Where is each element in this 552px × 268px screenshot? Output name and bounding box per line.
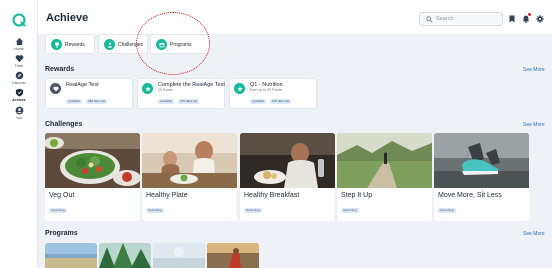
sidebar-item-label: Achieve (12, 98, 26, 102)
reward-subtitle: 25 Points (158, 88, 173, 92)
sidebar-item-label: Home (14, 47, 24, 51)
reward-card[interactable]: Q1 - Nutrition Earn up to 25 Points Avai… (229, 78, 317, 109)
challenge-card[interactable]: Move More, Sit Less Upcoming (434, 133, 529, 221)
star-icon (144, 85, 151, 91)
sidebar-item-achieve[interactable]: Achieve (0, 88, 38, 106)
shield-icon (15, 88, 23, 97)
status-badge: Upcoming (438, 208, 456, 213)
program-image (45, 243, 97, 268)
challenge-card[interactable]: Healthy Plate Upcoming (142, 133, 237, 221)
program-card[interactable] (45, 243, 97, 268)
star-icon-wrap (142, 83, 153, 94)
challenge-card[interactable]: Veg Out Upcoming (45, 133, 140, 221)
program-image (153, 243, 205, 268)
program-image (207, 243, 259, 268)
star-icon-wrap (234, 83, 245, 94)
status-badge: Upcoming (49, 208, 67, 213)
header: Achieve (38, 0, 552, 34)
heart-icon (15, 55, 23, 63)
days-left-badge: 379 days left (178, 99, 200, 104)
search-input[interactable] (436, 13, 500, 25)
section-title-programs: Programs (45, 230, 78, 237)
page-title: Achieve (46, 12, 89, 24)
status-badge: Available (250, 99, 267, 104)
programs-see-more-link[interactable]: See More (523, 231, 545, 237)
notification-badge (528, 13, 531, 16)
search-box[interactable] (419, 12, 503, 26)
highlight-annotation (136, 12, 210, 75)
days-left-badge: 105 days left (270, 99, 292, 104)
person-icon-wrap (104, 39, 115, 50)
program-card[interactable] (99, 243, 151, 268)
challenge-image (337, 133, 432, 188)
person-icon (107, 42, 112, 48)
trophy-icon-wrap (51, 39, 62, 50)
sidebar-item-track[interactable]: Track (0, 54, 38, 72)
reward-card[interactable]: RealAge Test Available 384 days left (45, 78, 133, 109)
challenge-title: Healthy Breakfast (244, 192, 300, 199)
sidebar-item-label: You (16, 116, 22, 120)
sidebar-item-you[interactable]: You (0, 106, 38, 124)
sidebar-item-label: Discover (12, 81, 26, 85)
tab-rewards[interactable]: Rewards (45, 34, 95, 54)
challenge-card[interactable]: Healthy Breakfast Upcoming (240, 133, 335, 221)
notification-icon[interactable] (522, 15, 530, 23)
status-badge: Available (66, 99, 83, 104)
challenge-image (142, 133, 237, 188)
challenge-title: Veg Out (49, 192, 75, 199)
gear-icon[interactable] (536, 15, 544, 23)
challenge-title: Step It Up (341, 192, 373, 199)
app-logo-icon (12, 13, 26, 27)
program-card[interactable] (207, 243, 259, 268)
sidebar: Home Track Discover Achieve You (0, 0, 38, 268)
program-card[interactable] (153, 243, 205, 268)
heart-icon-wrap (50, 83, 61, 94)
home-icon (15, 37, 23, 46)
heart-icon (52, 86, 59, 91)
tab-label: Rewards (65, 41, 85, 48)
rewards-see-more-link[interactable]: See More (523, 67, 545, 73)
challenge-title: Move More, Sit Less (438, 192, 502, 199)
search-icon (426, 16, 433, 23)
reward-card[interactable]: Complete the RealAge Test 25 Points Avai… (137, 78, 225, 109)
trophy-icon (54, 42, 59, 47)
status-badge: Upcoming (146, 208, 164, 213)
days-left-badge: 384 days left (86, 99, 108, 104)
status-badge: Available (158, 99, 175, 104)
status-badge: Upcoming (244, 208, 262, 213)
program-image (99, 243, 151, 268)
star-icon (236, 85, 243, 91)
sidebar-item-home[interactable]: Home (0, 37, 38, 55)
reward-subtitle: Earn up to 25 Points (250, 88, 282, 92)
challenge-image (45, 133, 140, 188)
bookmark-icon[interactable] (508, 15, 516, 23)
challenge-card[interactable]: Step It Up Upcoming (337, 133, 432, 221)
challenges-see-more-link[interactable]: See More (523, 122, 545, 128)
person-icon (15, 106, 23, 115)
status-badge: Upcoming (341, 208, 359, 213)
reward-title: RealAge Test (66, 82, 99, 88)
section-title-rewards: Rewards (45, 66, 75, 73)
challenge-title: Healthy Plate (146, 192, 188, 199)
sidebar-item-discover[interactable]: Discover (0, 71, 38, 89)
challenge-image (434, 133, 529, 188)
compass-icon (15, 71, 23, 80)
challenge-image (240, 133, 335, 188)
section-title-challenges: Challenges (45, 121, 83, 128)
sidebar-item-label: Track (14, 64, 24, 68)
